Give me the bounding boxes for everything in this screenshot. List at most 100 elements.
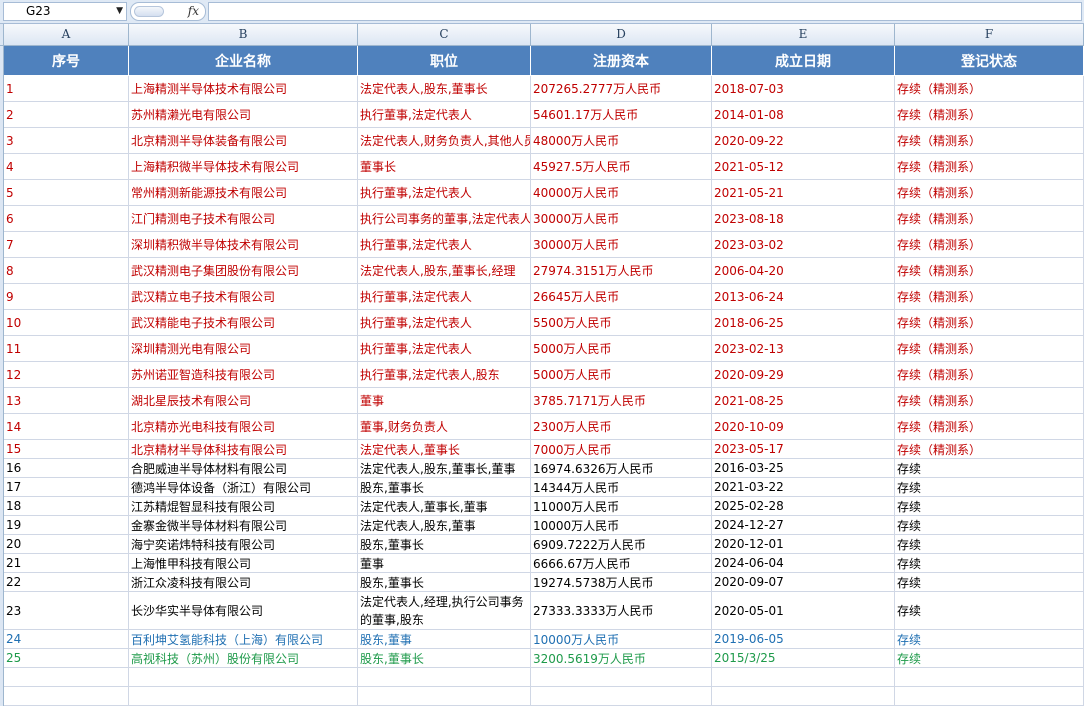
status-cell[interactable]: 存续 xyxy=(895,497,1084,516)
company-cell[interactable]: 深圳精测光电有限公司 xyxy=(129,336,358,362)
company-cell[interactable]: 北京精测半导体装备有限公司 xyxy=(129,128,358,154)
index-cell[interactable]: 22 xyxy=(4,573,129,592)
company-cell[interactable]: 上海精积微半导体技术有限公司 xyxy=(129,154,358,180)
capital-cell[interactable]: 45927.5万人民币 xyxy=(531,154,712,180)
company-cell[interactable]: 长沙华实半导体有限公司 xyxy=(129,592,358,630)
capital-cell[interactable]: 3785.7171万人民币 xyxy=(531,388,712,414)
position-cell[interactable]: 执行董事,法定代表人 xyxy=(358,102,531,128)
empty-cell[interactable] xyxy=(129,687,358,706)
status-cell[interactable]: 存续 xyxy=(895,554,1084,573)
status-cell[interactable]: 存续 xyxy=(895,535,1084,554)
position-cell[interactable]: 执行董事,法定代表人 xyxy=(358,336,531,362)
capital-cell[interactable]: 16974.6326万人民币 xyxy=(531,459,712,478)
date-cell[interactable]: 2020-09-22 xyxy=(712,128,895,154)
date-cell[interactable]: 2025-02-28 xyxy=(712,497,895,516)
company-cell[interactable]: 苏州精濑光电有限公司 xyxy=(129,102,358,128)
position-cell[interactable]: 董事长 xyxy=(358,154,531,180)
index-cell[interactable]: 12 xyxy=(4,362,129,388)
status-cell[interactable]: 存续（精测系） xyxy=(895,362,1084,388)
column-header-a[interactable]: A xyxy=(4,24,129,46)
index-cell[interactable]: 15 xyxy=(4,440,129,459)
name-box[interactable]: G23 ▼ xyxy=(3,2,127,21)
company-cell[interactable]: 上海惟甲科技有限公司 xyxy=(129,554,358,573)
position-cell[interactable]: 董事 xyxy=(358,388,531,414)
company-cell[interactable]: 海宁奕诺炜特科技有限公司 xyxy=(129,535,358,554)
splitter-handle-icon[interactable] xyxy=(134,6,164,17)
index-cell[interactable]: 3 xyxy=(4,128,129,154)
index-cell[interactable]: 4 xyxy=(4,154,129,180)
status-cell[interactable]: 存续 xyxy=(895,573,1084,592)
position-cell[interactable]: 董事,财务负责人 xyxy=(358,414,531,440)
header-cell-status[interactable]: 登记状态 xyxy=(895,46,1084,76)
header-cell-index[interactable]: 序号 xyxy=(4,46,129,76)
position-cell[interactable]: 法定代表人,经理,执行公司事务的董事,股东 xyxy=(358,592,531,630)
position-cell[interactable]: 法定代表人,股东,董事长 xyxy=(358,76,531,102)
date-cell[interactable]: 2024-06-04 xyxy=(712,554,895,573)
capital-cell[interactable]: 27974.3151万人民币 xyxy=(531,258,712,284)
column-header-d[interactable]: D xyxy=(531,24,712,46)
empty-cell[interactable] xyxy=(358,687,531,706)
status-cell[interactable]: 存续（精测系） xyxy=(895,232,1084,258)
index-cell[interactable]: 24 xyxy=(4,630,129,649)
company-cell[interactable]: 百利坤艾氢能科技（上海）有限公司 xyxy=(129,630,358,649)
position-cell[interactable]: 执行公司事务的董事,法定代表人 xyxy=(358,206,531,232)
index-cell[interactable]: 14 xyxy=(4,414,129,440)
status-cell[interactable]: 存续（精测系） xyxy=(895,128,1084,154)
status-cell[interactable]: 存续（精测系） xyxy=(895,154,1084,180)
date-cell[interactable]: 2023-08-18 xyxy=(712,206,895,232)
capital-cell[interactable]: 10000万人民币 xyxy=(531,630,712,649)
status-cell[interactable]: 存续（精测系） xyxy=(895,76,1084,102)
capital-cell[interactable]: 7000万人民币 xyxy=(531,440,712,459)
index-cell[interactable]: 11 xyxy=(4,336,129,362)
index-cell[interactable]: 13 xyxy=(4,388,129,414)
position-cell[interactable]: 法定代表人,财务负责人,其他人员 xyxy=(358,128,531,154)
capital-cell[interactable]: 2300万人民币 xyxy=(531,414,712,440)
company-cell[interactable]: 浙江众凌科技有限公司 xyxy=(129,573,358,592)
index-cell[interactable]: 5 xyxy=(4,180,129,206)
status-cell[interactable]: 存续（精测系） xyxy=(895,336,1084,362)
capital-cell[interactable]: 207265.2777万人民币 xyxy=(531,76,712,102)
empty-cell[interactable] xyxy=(531,687,712,706)
company-cell[interactable]: 湖北星辰技术有限公司 xyxy=(129,388,358,414)
position-cell[interactable]: 董事 xyxy=(358,554,531,573)
index-cell[interactable]: 8 xyxy=(4,258,129,284)
position-cell[interactable]: 执行董事,法定代表人,股东 xyxy=(358,362,531,388)
header-cell-date[interactable]: 成立日期 xyxy=(712,46,895,76)
date-cell[interactable]: 2021-03-22 xyxy=(712,478,895,497)
capital-cell[interactable]: 5000万人民币 xyxy=(531,336,712,362)
company-cell[interactable]: 德鸿半导体设备（浙江）有限公司 xyxy=(129,478,358,497)
status-cell[interactable]: 存续 xyxy=(895,630,1084,649)
capital-cell[interactable]: 5000万人民币 xyxy=(531,362,712,388)
index-cell[interactable]: 16 xyxy=(4,459,129,478)
status-cell[interactable]: 存续（精测系） xyxy=(895,180,1084,206)
position-cell[interactable]: 法定代表人,股东,董事 xyxy=(358,516,531,535)
formula-input[interactable] xyxy=(208,2,1082,21)
company-cell[interactable]: 高视科技（苏州）股份有限公司 xyxy=(129,649,358,668)
company-cell[interactable]: 常州精测新能源技术有限公司 xyxy=(129,180,358,206)
position-cell[interactable]: 执行董事,法定代表人 xyxy=(358,232,531,258)
date-cell[interactable]: 2020-09-29 xyxy=(712,362,895,388)
position-cell[interactable]: 执行董事,法定代表人 xyxy=(358,310,531,336)
status-cell[interactable]: 存续（精测系） xyxy=(895,310,1084,336)
index-cell[interactable]: 10 xyxy=(4,310,129,336)
date-cell[interactable]: 2021-05-21 xyxy=(712,180,895,206)
date-cell[interactable]: 2015/3/25 xyxy=(712,649,895,668)
index-cell[interactable]: 23 xyxy=(4,592,129,630)
capital-cell[interactable]: 26645万人民币 xyxy=(531,284,712,310)
capital-cell[interactable]: 40000万人民币 xyxy=(531,180,712,206)
position-cell[interactable]: 法定代表人,董事长,董事 xyxy=(358,497,531,516)
capital-cell[interactable]: 5500万人民币 xyxy=(531,310,712,336)
index-cell[interactable]: 6 xyxy=(4,206,129,232)
company-cell[interactable]: 深圳精积微半导体技术有限公司 xyxy=(129,232,358,258)
column-header-b[interactable]: B xyxy=(129,24,358,46)
capital-cell[interactable]: 19274.5738万人民币 xyxy=(531,573,712,592)
date-cell[interactable]: 2018-07-03 xyxy=(712,76,895,102)
position-cell[interactable]: 股东,董事长 xyxy=(358,573,531,592)
empty-cell[interactable] xyxy=(129,668,358,687)
capital-cell[interactable]: 30000万人民币 xyxy=(531,232,712,258)
index-cell[interactable]: 1 xyxy=(4,76,129,102)
index-cell[interactable]: 18 xyxy=(4,497,129,516)
company-cell[interactable]: 北京精亦光电科技有限公司 xyxy=(129,414,358,440)
capital-cell[interactable]: 6909.7222万人民币 xyxy=(531,535,712,554)
header-cell-company[interactable]: 企业名称 xyxy=(129,46,358,76)
